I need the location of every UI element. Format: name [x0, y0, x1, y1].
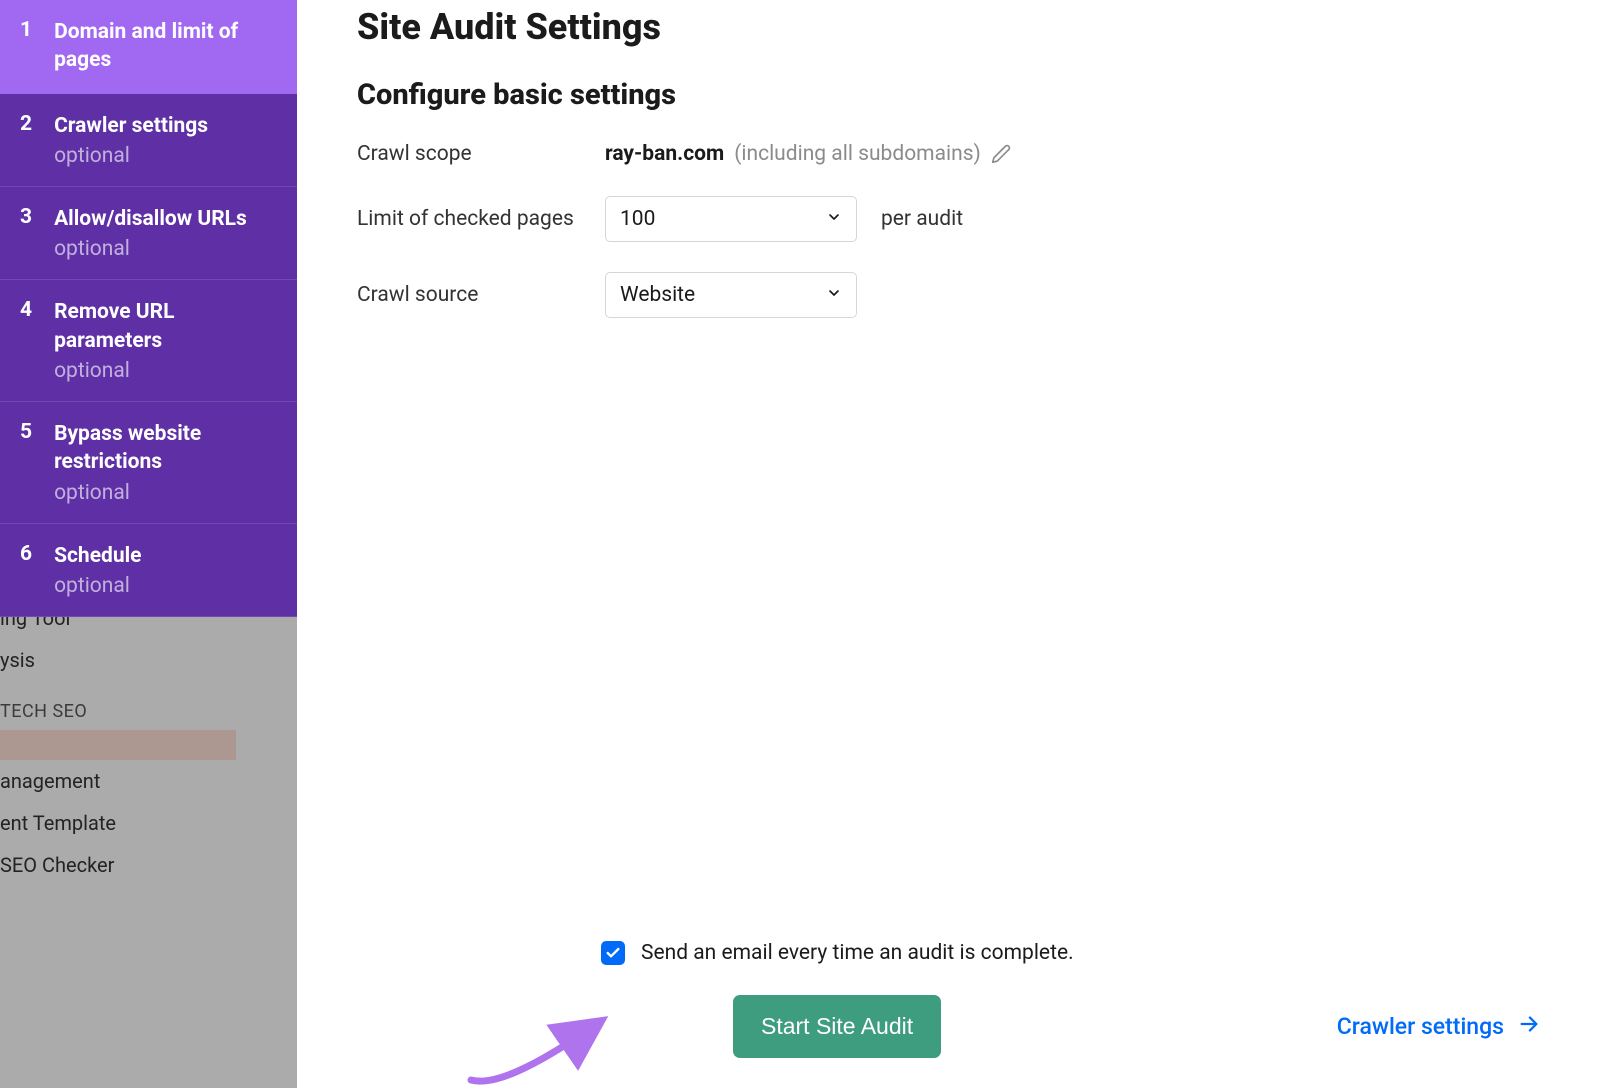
step-schedule[interactable]: 6 Schedule optional [0, 524, 297, 617]
limit-pages-value: 100 [620, 207, 655, 231]
step-subtitle: optional [54, 144, 277, 168]
start-site-audit-button[interactable]: Start Site Audit [733, 995, 941, 1058]
limit-pages-suffix: per audit [881, 207, 963, 231]
limit-pages-select[interactable]: 100 [605, 196, 857, 242]
step-allow-disallow[interactable]: 3 Allow/disallow URLs optional [0, 187, 297, 280]
step-number: 5 [20, 420, 32, 444]
crawl-scope-label: Crawl scope [357, 142, 605, 166]
limit-pages-row: Limit of checked pages 100 per audit [357, 196, 1540, 242]
email-notify-checkbox[interactable] [601, 941, 625, 965]
step-title: Bypass website restrictions [54, 420, 277, 477]
step-title: Crawler settings [54, 112, 277, 140]
wizard-sidebar: 1 Domain and limit of pages 2 Crawler se… [0, 0, 297, 617]
step-crawler-settings[interactable]: 2 Crawler settings optional [0, 94, 297, 187]
pencil-icon[interactable] [991, 144, 1011, 164]
step-title: Remove URL parameters [54, 298, 277, 355]
step-title: Schedule [54, 542, 277, 570]
section-title: Configure basic settings [357, 78, 1540, 112]
step-bypass-restrictions[interactable]: 5 Bypass website restrictions optional [0, 402, 297, 524]
crawl-source-value: Website [620, 283, 695, 307]
crawl-scope-domain: ray-ban.com [605, 142, 724, 166]
step-number: 4 [20, 298, 32, 322]
email-notify-row: Send an email every time an audit is com… [601, 941, 1540, 965]
step-subtitle: optional [54, 574, 277, 598]
page-title: Site Audit Settings [357, 6, 1540, 48]
step-subtitle: optional [54, 359, 277, 383]
step-number: 3 [20, 205, 32, 229]
step-subtitle: optional [54, 481, 277, 505]
main-panel: Site Audit Settings Configure basic sett… [297, 0, 1600, 1088]
step-number: 2 [20, 112, 32, 136]
step-subtitle: optional [54, 237, 277, 261]
crawl-scope-note: (including all subdomains) [734, 142, 981, 166]
step-remove-url-params[interactable]: 4 Remove URL parameters optional [0, 280, 297, 402]
crawl-source-row: Crawl source Website [357, 272, 1540, 318]
crawl-source-select[interactable]: Website [605, 272, 857, 318]
chevron-down-icon [826, 283, 842, 307]
crawler-settings-link[interactable]: Crawler settings [1337, 1013, 1540, 1041]
crawl-source-label: Crawl source [357, 283, 605, 307]
limit-pages-label: Limit of checked pages [357, 207, 605, 231]
step-domain-limit[interactable]: 1 Domain and limit of pages [0, 0, 297, 94]
step-title: Allow/disallow URLs [54, 205, 277, 233]
arrow-annotation-icon [463, 1008, 611, 1092]
crawl-scope-row: Crawl scope ray-ban.com (including all s… [357, 142, 1540, 166]
step-title: Domain and limit of pages [54, 18, 277, 75]
crawler-settings-label: Crawler settings [1337, 1013, 1504, 1040]
footer: Send an email every time an audit is com… [297, 941, 1600, 1088]
action-row: Start Site Audit Crawler settings [357, 995, 1540, 1058]
step-number: 1 [20, 18, 32, 42]
chevron-down-icon [826, 207, 842, 231]
email-notify-label: Send an email every time an audit is com… [641, 941, 1074, 965]
step-number: 6 [20, 542, 32, 566]
arrow-right-icon [1518, 1013, 1540, 1041]
